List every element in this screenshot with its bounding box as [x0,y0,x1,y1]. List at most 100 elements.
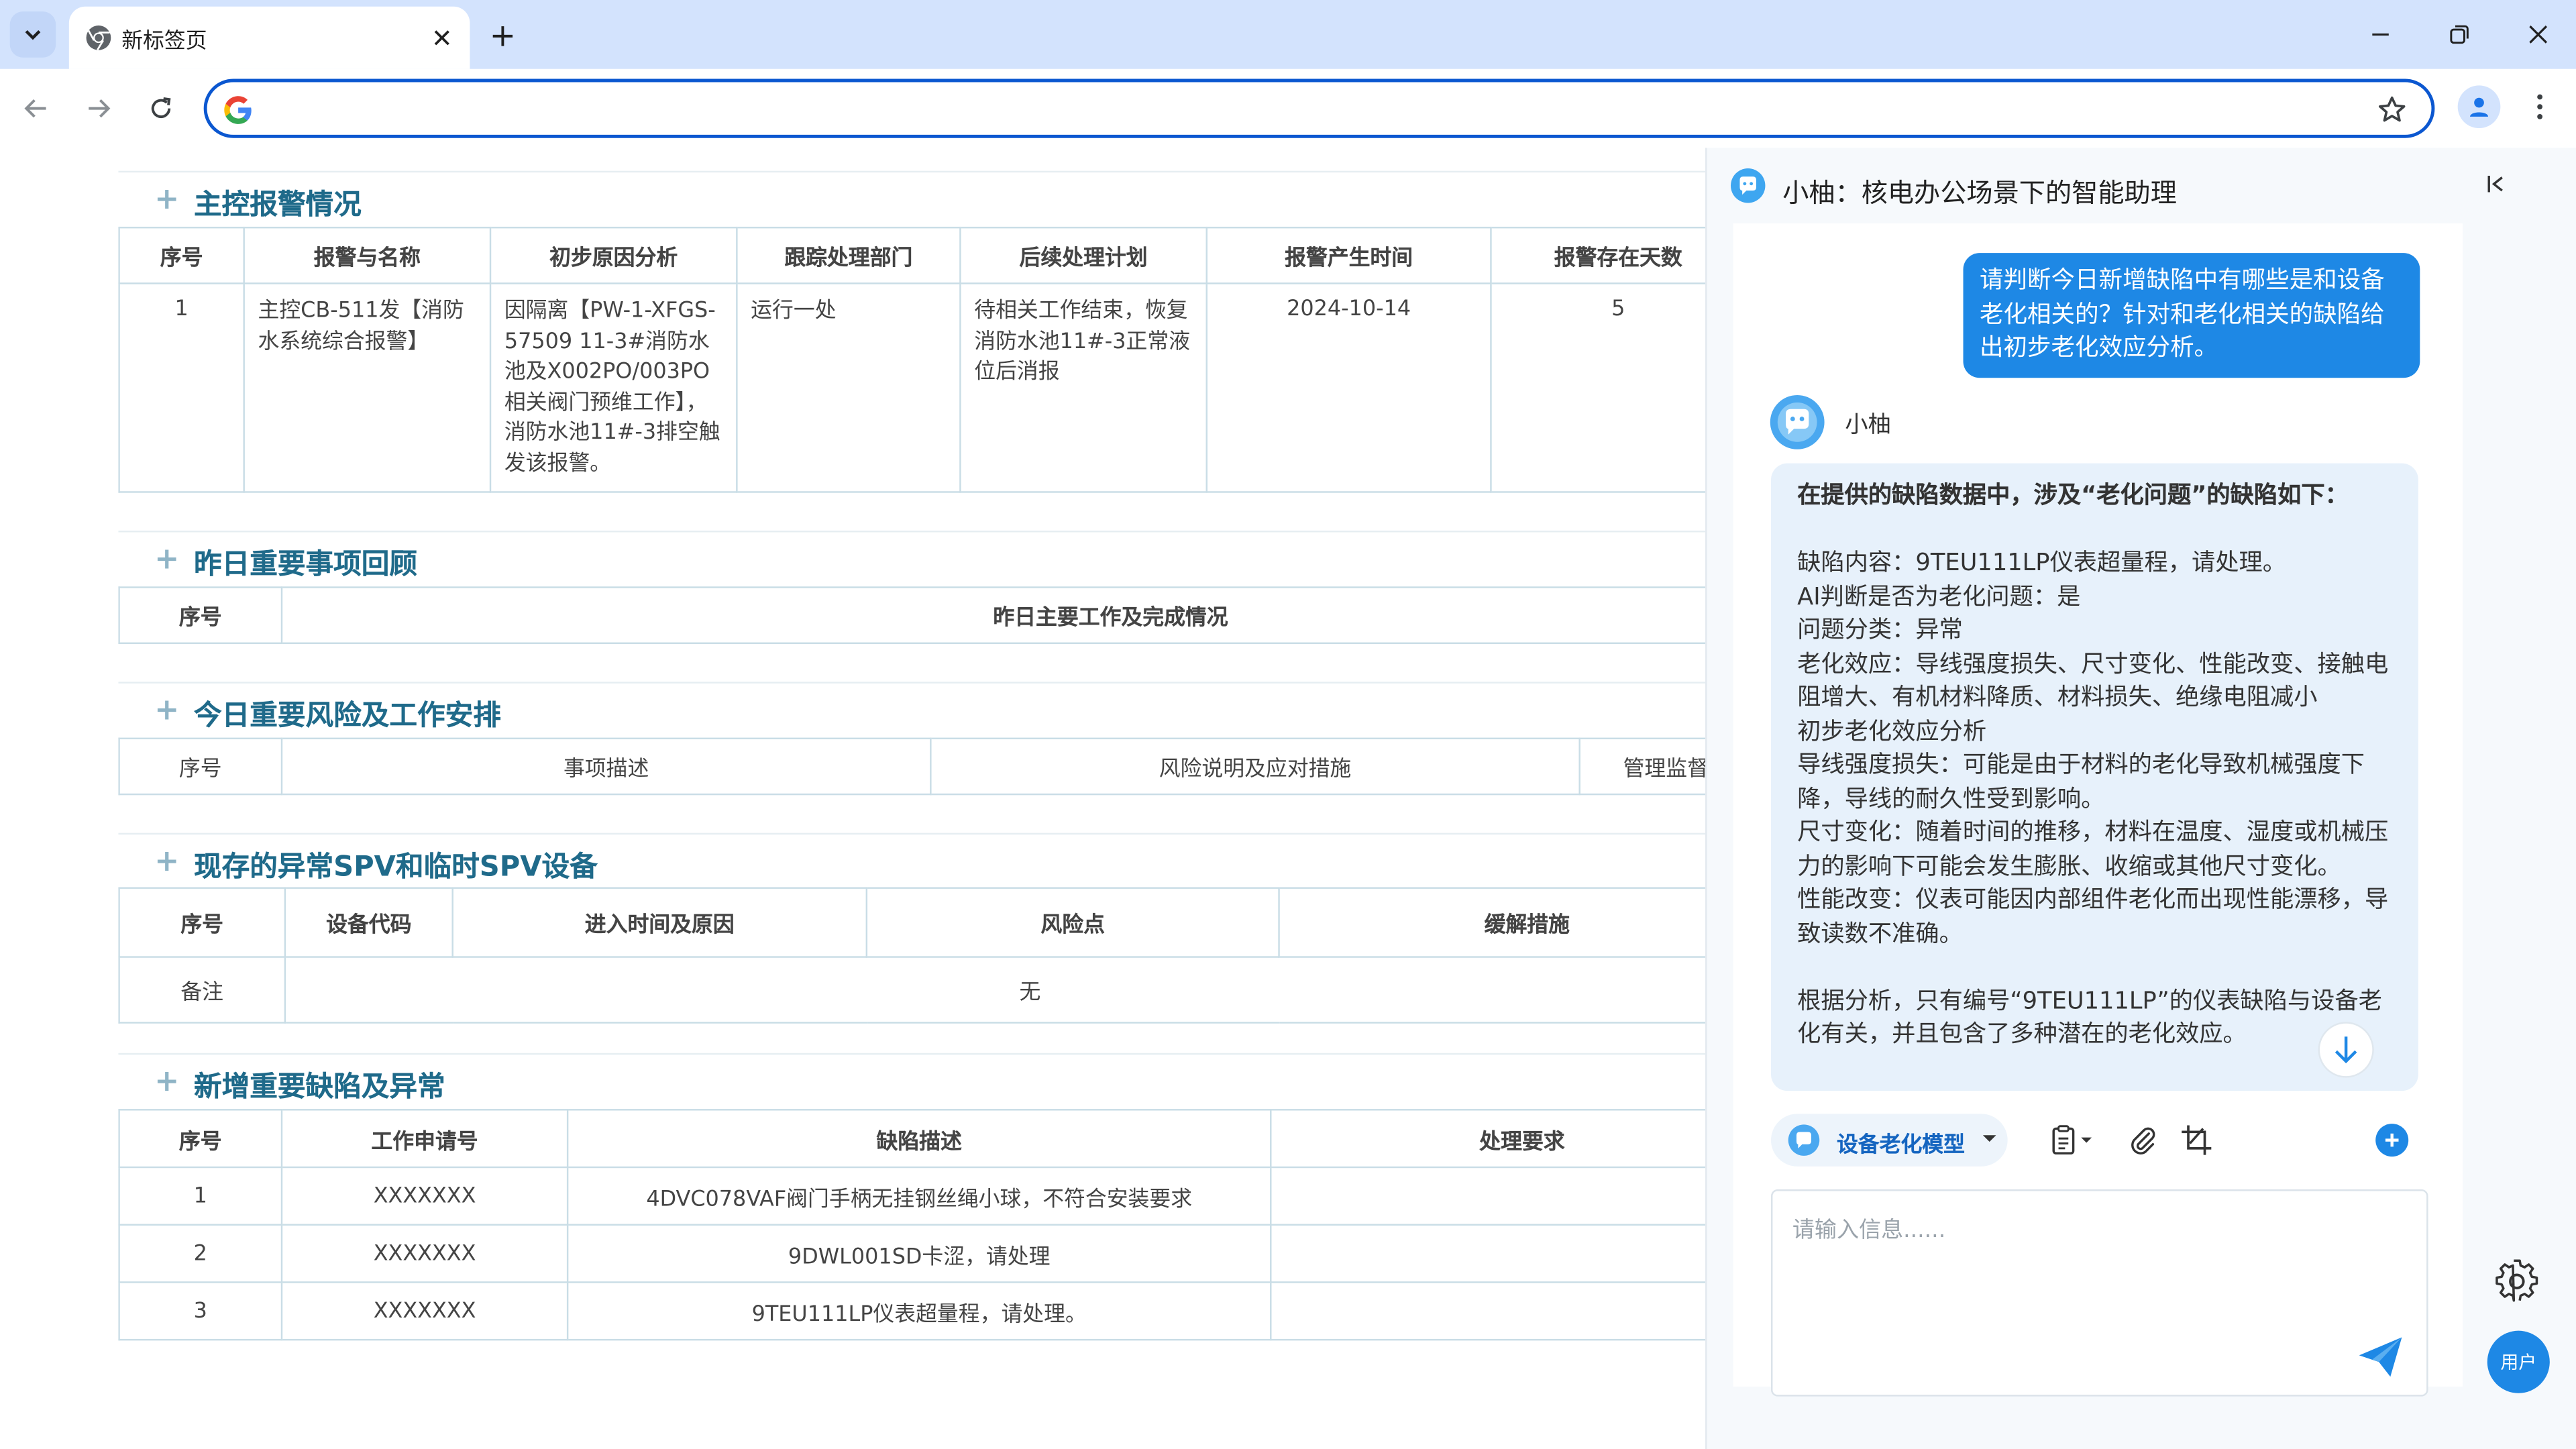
tab-close-button[interactable] [427,23,457,52]
column-header: 进入时间及原因 [451,887,868,958]
send-icon[interactable] [2357,1336,2404,1379]
plus-icon [2385,1133,2399,1147]
column-header: 跟踪处理部门 [736,226,961,284]
bot-message-line [1797,513,2392,547]
table-row: 1 XXXXXXX 4DVC078VAF阀门手柄无挂钢丝绳小球，不符合安装要求 [118,1166,1706,1226]
clipboard-button[interactable] [2034,1120,2106,1160]
column-header: 设备代码 [284,887,453,958]
table-cell: 运行一处 [736,282,961,493]
section-title: 现存的异常SPV和临时SPV设备 [193,851,598,884]
new-chat-button[interactable] [2375,1124,2409,1157]
forward-button[interactable] [76,85,122,131]
reload-button[interactable] [138,85,184,131]
column-header: 风险说明及应对措施 [930,737,1580,796]
column-header: 缺陷描述 [566,1109,1272,1169]
table-cell: 9DWL001SD卡涩，请处理 [566,1224,1272,1283]
minimize-button[interactable] [2356,13,2405,56]
expand-icon[interactable]: + [154,182,179,217]
table-cell: 因隔离【PW-1-XFGS-57509 11-3#消防水池及X002PO/003… [489,282,738,493]
arrow-down-icon [2334,1036,2357,1064]
column-header: 报警产生时间 [1205,226,1492,284]
arrow-right-icon [89,99,111,118]
expand-icon[interactable]: + [154,542,179,576]
address-bar[interactable] [203,78,2435,138]
attach-button[interactable] [2123,1120,2162,1160]
user-button[interactable]: 用户 [2487,1330,2550,1393]
scroll-to-bottom-button[interactable] [2318,1022,2374,1078]
table-cell: 无 [284,956,1706,1024]
section-header-today-risks: + 今日重要风险及工作安排 [118,682,1706,737]
left-gutter [0,148,119,1449]
table-cell: 9TEU111LP仪表超量程，请处理。 [566,1281,1272,1341]
section-header-spv: + 现存的异常SPV和临时SPV设备 [118,833,1706,889]
bot-message-line: 尺寸变化：随着时间的推移，材料在温度、湿度或机械压力的影响下可能会发生膨胀、收缩… [1797,820,2389,880]
screenshot-crop-button[interactable] [2177,1120,2216,1160]
table-row: 3 XXXXXXX 9TEU111LP仪表超量程，请处理。 [118,1281,1706,1341]
table-cell [1270,1281,1706,1341]
bot-message-line: 根据分析，只有编号“9TEU111LP”的仪表缺陷与设备老化有关，并且包含了多种… [1797,988,2382,1049]
section-title: 今日重要风险及工作安排 [193,700,501,733]
bot-message-line: 导线强度损失：可能是由于材料的老化导致机械强度下降，导线的耐久性受到影响。 [1797,752,2365,813]
bot-message-line: 在提供的缺陷数据中，涉及“老化问题”的缺陷如下： [1797,483,2349,510]
table-cell [1270,1166,1706,1226]
table-cell: 备注 [118,956,286,1024]
bot-name: 小柚 [1845,412,1891,439]
browser-tab-active[interactable]: 新标签页 [68,6,470,69]
bot-message-line: 老化效应：导线强度损失、尺寸变化、性能改变、接触电阻增大、有机材料降质、材料损失… [1797,651,2389,712]
column-header: 序号 [118,1109,283,1169]
model-icon [1788,1124,1820,1156]
person-icon [2470,97,2488,117]
browser-menu-button[interactable] [2524,89,2557,125]
model-label: 设备老化模型 [1836,1133,1966,1159]
table-cell [1270,1224,1706,1283]
assistant-title: 小柚：核电办公场景下的智能助理 [1782,177,2177,209]
browser-toolbar [0,68,2576,148]
column-header: 管理监督 [1578,737,1706,796]
google-icon [224,96,252,124]
model-selector[interactable]: 设备老化模型 [1771,1114,2008,1167]
new-tab-button[interactable] [483,16,523,56]
table-cell: 1 [118,1166,283,1226]
tab-search-button[interactable] [9,11,56,58]
column-header: 缓解措施 [1278,887,1706,958]
bot-message-line: 初步老化效应分析 [1797,718,1987,745]
message-input[interactable] [1792,1210,2400,1326]
expand-icon[interactable]: + [154,693,179,727]
table-header-row: 序号 工作申请号 缺陷描述 处理要求 [118,1109,1706,1169]
restore-button[interactable] [2434,13,2483,56]
page-content: + 主控报警情况 序号 报警与名称 初步原因分析 跟踪处理部门 后续处理计划 报… [0,148,2576,1449]
table-cell: 2024-10-14 [1205,282,1492,493]
window-close-button[interactable] [2514,13,2563,56]
column-header: 后续处理计划 [959,226,1208,284]
more-vert-icon [2537,94,2543,119]
section-title: 昨日重要事项回顾 [193,548,418,582]
spv-table: 序号 设备代码 进入时间及原因 风险点 缓解措施 备注 无 [118,887,1706,1024]
column-header: 风险点 [865,887,1280,958]
chat-window: 请判断今日新增缺陷中有哪些是和设备老化相关的？针对和老化相关的缺陷给出初步老化效… [1733,223,2463,1397]
table-header-row: 序号 报警与名称 初步原因分析 跟踪处理部门 后续处理计划 报警产生时间 报警存… [118,226,1706,284]
close-icon [2529,25,2548,44]
table-header-row: 序号 设备代码 进入时间及原因 风险点 缓解措施 [118,887,1706,958]
table-cell: XXXXXXX [280,1224,569,1283]
collapse-icon [2487,176,2503,193]
column-header: 报警与名称 [243,226,492,284]
plus-icon [492,26,513,46]
collapse-panel-button[interactable] [2479,168,2512,201]
url-input[interactable] [266,92,2369,125]
column-header: 报警存在天数 [1490,226,1706,284]
profile-button[interactable] [2457,85,2501,129]
table-cell: 2 [118,1224,283,1283]
expand-icon[interactable]: + [154,1065,179,1099]
defects-table: 序号 工作申请号 缺陷描述 处理要求 1 XXXXXXX 4DVC078VAF阀… [118,1109,1706,1341]
caret-down-icon [1982,1135,1996,1142]
bot-message-line: 缺陷内容：9TEU111LP仪表超量程，请处理。 [1797,550,2287,577]
table-cell: 3 [118,1281,283,1341]
star-icon[interactable] [2375,94,2408,127]
settings-gear-icon[interactable] [2494,1258,2540,1305]
assistant-panel: 小柚：核电办公场景下的智能助理 请判断今日新增缺陷中有哪些是和设备老化相关的？针… [1705,148,2576,1449]
message-input-box [1771,1189,2428,1397]
close-icon [434,30,449,46]
yesterday-table: 序号 昨日主要工作及完成情况 [118,586,1706,645]
expand-icon[interactable]: + [154,845,179,879]
back-button[interactable] [13,85,60,131]
